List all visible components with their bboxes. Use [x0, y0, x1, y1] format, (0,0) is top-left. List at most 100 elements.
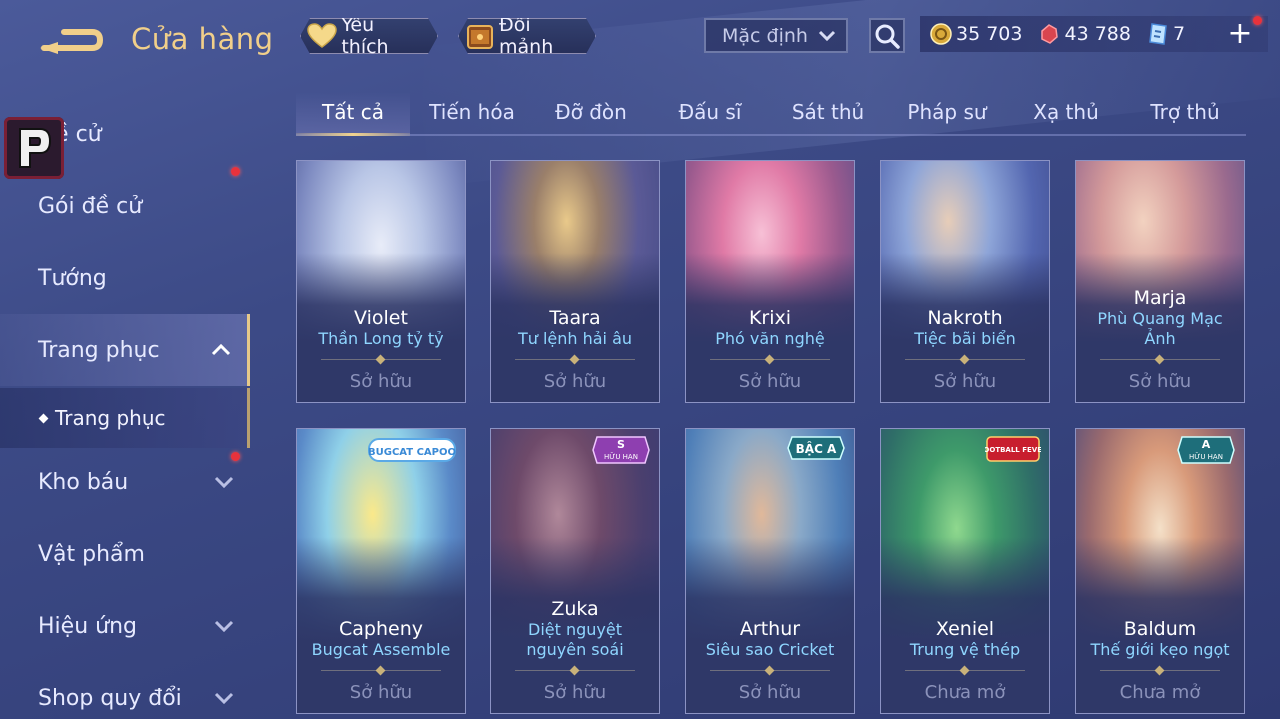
skin-card[interactable]: BUGCAT CAPOO Capheny Bugcat Assemble Sở …: [296, 428, 466, 714]
sidebar-subitem-skins[interactable]: Trang phục: [0, 388, 250, 448]
skin-card[interactable]: A HỮU HẠN Baldum Thế giới kẹo ngọt Chưa m…: [1075, 428, 1245, 714]
bugcat-capoo-badge: BUGCAT CAPOO: [367, 435, 457, 469]
ownership-status: Sở hữu: [738, 371, 802, 392]
exchange-label: Đổi mảnh: [499, 14, 554, 58]
sidebar-item-label: Tướng: [38, 265, 107, 291]
sidebar-item-featured-bundles[interactable]: Gói đề cử: [0, 167, 250, 242]
football-fever-badge: FOOTBALL FEVER: [979, 435, 1048, 467]
skin-name: Thần Long tỷ tỷ: [318, 329, 444, 348]
divider: [1100, 355, 1220, 365]
voucher-currency: 7: [1147, 22, 1185, 46]
skin-card[interactable]: Violet Thần Long tỷ tỷ Sở hữu: [296, 160, 466, 403]
notification-dot: [231, 167, 240, 176]
sidebar-item-effects[interactable]: Hiệu ứng: [0, 590, 250, 662]
skin-card[interactable]: FOOTBALL FEVER Xeniel Trung vệ thép Chưa…: [880, 428, 1050, 714]
chevron-down-icon: [214, 620, 234, 632]
divider: [905, 666, 1025, 676]
tab-tank[interactable]: Đỡ đòn: [555, 100, 627, 124]
skin-card[interactable]: Marja Phù Quang Mạc Ảnh Sở hữu: [1075, 160, 1245, 403]
sidebar-item-heroes[interactable]: Tướng: [0, 242, 250, 314]
skin-name: Trung vệ thép: [909, 640, 1021, 659]
heart-icon: [307, 21, 337, 51]
gem-currency: 43 788: [1038, 23, 1131, 45]
active-tab-underline: [296, 133, 410, 136]
tier-a-limited-badge: A HỮU HẠN: [1176, 435, 1236, 469]
hero-name: Violet: [354, 307, 408, 329]
search-button[interactable]: [869, 18, 905, 53]
sort-dropdown[interactable]: Mặc định: [704, 18, 848, 53]
diamond-bullet-icon: [38, 413, 49, 423]
badge-tier: A: [1202, 438, 1211, 451]
favorite-button[interactable]: Yêu thích: [300, 18, 438, 54]
exchange-shards-button[interactable]: Đổi mảnh: [458, 18, 596, 54]
page-title: Cửa hàng: [131, 22, 274, 56]
sidebar-item-items[interactable]: Vật phẩm: [0, 518, 250, 590]
skin-card[interactable]: Taara Tư lệnh hải âu Sở hữu: [490, 160, 660, 403]
divider: [515, 355, 635, 365]
sort-value: Mặc định: [722, 24, 808, 47]
ownership-status: Chưa mở: [924, 682, 1006, 703]
ownership-status: Sở hữu: [543, 371, 607, 392]
divider: [321, 355, 441, 365]
tier-a-badge: BẬC A: [786, 435, 846, 465]
sidebar-item-treasure[interactable]: Kho báu: [0, 446, 250, 518]
sidebar-item-label: Shop quy đổi: [38, 685, 182, 711]
chevron-down-icon: [818, 30, 836, 41]
skin-card[interactable]: S HỮU HẠN Zuka Diệt nguyệt nguyên soái Sở…: [490, 428, 660, 714]
tab-marksman[interactable]: Xạ thủ: [1033, 100, 1099, 124]
skin-card[interactable]: Nakroth Tiệc bãi biển Sở hữu: [880, 160, 1050, 403]
ownership-status: Sở hữu: [349, 371, 413, 392]
tab-fighter[interactable]: Đấu sĩ: [679, 100, 742, 124]
sidebar-item-label: Vật phẩm: [38, 541, 145, 567]
hero-name: Baldum: [1123, 618, 1197, 640]
sidebar-item-exchange-shop[interactable]: Shop quy đổi: [0, 662, 250, 719]
sidebar-item-label: Trang phục: [38, 337, 160, 363]
ownership-status: Sở hữu: [349, 682, 413, 703]
hero-name: Zuka: [551, 598, 599, 620]
treasure-chest-icon: [465, 21, 495, 51]
badge-tier: S: [617, 438, 625, 451]
skin-name: Bugcat Assemble: [311, 640, 451, 659]
sidebar-item-skins[interactable]: Trang phục: [0, 314, 250, 386]
top-bar: Cửa hàng Yêu thích Đổi mảnh Mặc định 35 …: [0, 0, 1280, 78]
badge-text: BUGCAT CAPOO: [368, 447, 456, 458]
tab-mage[interactable]: Pháp sư: [907, 100, 986, 124]
divider: [515, 666, 635, 676]
ownership-status: Chưa mở: [1119, 682, 1201, 703]
badge-sub: HỮU HẠN: [1189, 452, 1223, 461]
hero-name: Nakroth: [927, 307, 1003, 329]
skin-name: Phó văn nghệ: [715, 329, 825, 348]
hero-name: Xeniel: [935, 618, 995, 640]
category-tabs: Tất cả Tiến hóa Đỡ đòn Đấu sĩ Sát thủ Ph…: [296, 92, 1246, 136]
divider: [905, 355, 1025, 365]
tab-evolution[interactable]: Tiến hóa: [429, 100, 515, 124]
skin-name: Diệt nguyệt nguyên soái: [526, 620, 624, 659]
ownership-status: Sở hữu: [933, 371, 997, 392]
sidebar: Đề cử Gói đề cử Tướng Trang phục Trang p…: [0, 90, 252, 719]
tab-assassin[interactable]: Sát thủ: [792, 100, 864, 124]
add-currency-button[interactable]: +: [1226, 19, 1254, 49]
gold-currency: 35 703: [930, 23, 1022, 45]
hero-name: Krixi: [748, 307, 792, 329]
ownership-status: Sở hữu: [543, 682, 607, 703]
back-button[interactable]: [36, 22, 106, 58]
back-arrow-icon: [40, 29, 104, 54]
badge-sub: HỮU HẠN: [604, 452, 638, 461]
gem-amount: 43 788: [1064, 23, 1131, 45]
tier-s-limited-badge: S HỮU HẠN: [591, 435, 651, 469]
gold-amount: 35 703: [956, 23, 1023, 45]
sidebar-item-label: Kho báu: [38, 469, 129, 495]
red-gem-icon: [1041, 24, 1059, 44]
voucher-amount: 7: [1172, 23, 1186, 45]
divider: [321, 666, 441, 676]
chevron-down-icon: [214, 476, 234, 488]
hero-name: Marja: [1133, 287, 1187, 309]
sidebar-item-label: Hiệu ứng: [38, 613, 137, 639]
tab-support[interactable]: Trợ thủ: [1150, 100, 1219, 124]
hero-name: Arthur: [739, 618, 801, 640]
favorite-label: Yêu thích: [341, 14, 389, 58]
skin-card[interactable]: BẬC A Arthur Siêu sao Cricket Sở hữu: [685, 428, 855, 714]
skin-card[interactable]: Krixi Phó văn nghệ Sở hữu: [685, 160, 855, 403]
tab-all[interactable]: Tất cả: [322, 100, 384, 124]
sidebar-item-label: Gói đề cử: [38, 193, 143, 219]
